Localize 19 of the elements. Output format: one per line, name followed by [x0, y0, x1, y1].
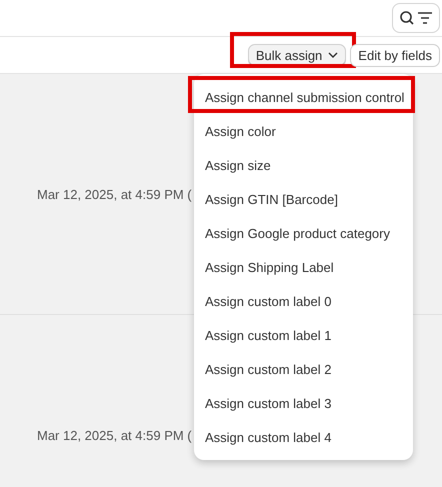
menu-item[interactable]: Assign Google product category [194, 216, 413, 250]
search-icon [399, 10, 415, 26]
menu-item[interactable]: Assign custom label 0 [194, 284, 413, 318]
edit-button[interactable]: Edit by fields [350, 44, 440, 66]
date-text: Mar 12, 2025, at 4:59 PM ( [37, 428, 192, 442]
menu-item[interactable]: Assign color [194, 114, 413, 148]
caret-icon [328, 52, 338, 58]
menu-item[interactable]: Assign Shipping Label [194, 250, 413, 284]
menu-item[interactable]: Assign channel submission control [194, 80, 413, 114]
filter-icon [417, 11, 433, 25]
menu-item[interactable]: Assign custom label 1 [194, 318, 413, 352]
menu-item[interactable]: Assign custom label 4 [194, 420, 413, 454]
menu-item[interactable]: Assign custom label 3 [194, 386, 413, 420]
bulk-assign-button[interactable]: Bulk assign [248, 44, 346, 66]
search-filter-button[interactable] [392, 3, 440, 33]
date-text: Mar 12, 2025, at 4:59 PM ( [37, 186, 192, 202]
menu-item[interactable]: Assign size [194, 148, 413, 182]
menu-item[interactable]: Assign GTIN [Barcode] [194, 182, 413, 216]
menu-item[interactable]: Assign custom label 2 [194, 352, 413, 386]
